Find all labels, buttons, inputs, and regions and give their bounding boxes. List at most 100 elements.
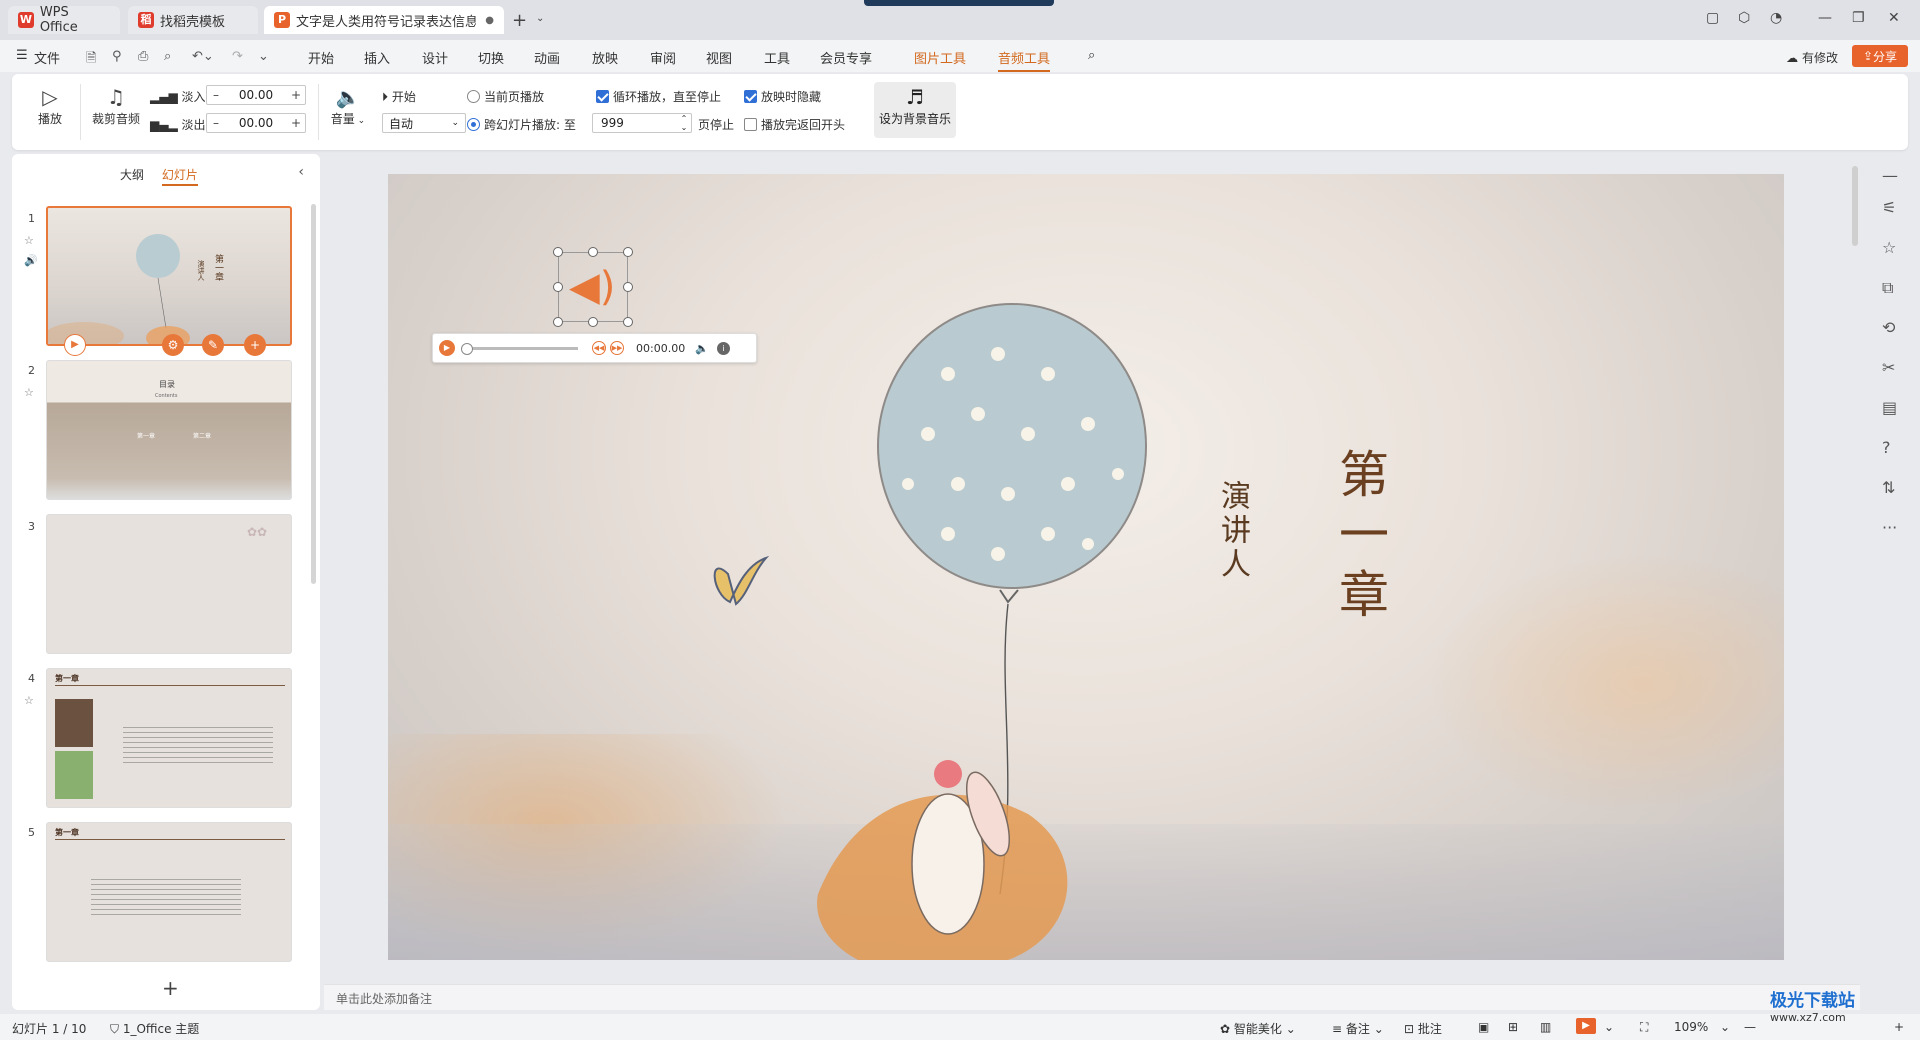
fade-in-stepper[interactable]: – 00.00 + [206, 85, 306, 105]
properties-icon[interactable]: ⚟ [1882, 198, 1896, 217]
menu-design[interactable]: 设计 [422, 48, 448, 67]
zoom-out-icon[interactable]: — [1744, 1020, 1756, 1034]
audio-progress-slider[interactable] [461, 342, 578, 355]
tab-wps-office[interactable]: W WPS Office [8, 5, 120, 35]
menu-animation[interactable]: 动画 [534, 48, 560, 67]
cross-slide-play-option[interactable]: 跨幻灯片播放: 至 [467, 116, 576, 133]
restore-icon[interactable]: ❐ [1852, 10, 1865, 26]
close-window-icon[interactable]: ✕ [1888, 10, 1900, 26]
menu-file[interactable]: 文件 [34, 48, 60, 67]
audio-volume-icon[interactable]: 🔈 [695, 342, 709, 355]
fit-window-icon[interactable]: ⛶ [1640, 1020, 1648, 1035]
redo-icon[interactable]: ↷ [232, 49, 243, 64]
help-icon[interactable]: ? [1882, 438, 1891, 457]
tab-document[interactable]: P 文字是人类用符号记录表达信息以... ● [264, 6, 504, 34]
loop-play-option[interactable]: 循环播放，直至停止 [596, 88, 721, 105]
share-pane-icon[interactable]: ⇅ [1882, 478, 1895, 497]
print-preview-icon[interactable]: ⌕ [164, 49, 171, 64]
slide-thumbnail-4[interactable]: 第一章 [46, 668, 292, 808]
new-tab-icon[interactable]: + [512, 10, 527, 31]
resize-handle[interactable] [623, 247, 633, 257]
print-icon[interactable]: ⎙ [138, 49, 148, 64]
fade-out-value[interactable]: 00.00 [225, 116, 287, 130]
volume-button[interactable]: 🔈 音量 ⌄ [328, 84, 368, 127]
minimize-icon[interactable]: — [1818, 10, 1832, 26]
tab-list-chevron-icon[interactable]: ⌄ [536, 13, 544, 24]
slide-thumbnail-3[interactable]: ✿✿ [46, 514, 292, 654]
collapse-pane-icon[interactable]: — [1882, 166, 1898, 185]
grid-view-icon[interactable]: ⊞ [1508, 1020, 1518, 1034]
more-options-icon[interactable]: ··· [1882, 518, 1897, 537]
resize-handle[interactable] [553, 282, 563, 292]
more-quick-access-chevron-icon[interactable]: ⌄ [258, 49, 269, 64]
resize-handle[interactable] [588, 247, 598, 257]
tab-close-icon[interactable]: ● [485, 15, 494, 26]
resize-handle[interactable] [623, 317, 633, 327]
slide-canvas[interactable]: 演讲人 第一章 ◀) [388, 174, 1784, 960]
slideshow-chevron-icon[interactable]: ⌄ [1604, 1020, 1614, 1034]
resize-handle[interactable] [553, 317, 563, 327]
fade-in-increase[interactable]: + [287, 88, 305, 102]
zoom-chevron-icon[interactable]: ⌄ [1720, 1020, 1730, 1034]
start-mode-select[interactable]: 自动 ⌄ [382, 113, 466, 133]
menu-tools[interactable]: 工具 [764, 48, 790, 67]
cross-slide-radio[interactable] [467, 118, 480, 131]
menu-review[interactable]: 审阅 [650, 48, 676, 67]
comments-toggle[interactable]: ⊡ 批注 [1404, 1020, 1442, 1037]
search-icon[interactable]: ⌕ [1088, 48, 1095, 63]
avatar[interactable]: ◔ [1770, 10, 1782, 26]
design-icon[interactable]: ⧉ [1882, 278, 1893, 298]
slide-thumbnail-5[interactable]: 第一章 [46, 822, 292, 962]
fade-in-decrease[interactable]: – [207, 88, 225, 102]
smart-beautify-button[interactable]: ✿ 智能美化 ⌄ [1220, 1020, 1296, 1037]
fade-in-value[interactable]: 00.00 [225, 88, 287, 102]
audio-object[interactable]: ◀) [553, 247, 633, 327]
undo-icon[interactable]: ↶⌄ [192, 49, 214, 64]
slideshow-play-button[interactable]: ▶ [1576, 1018, 1596, 1034]
animation-icon[interactable]: ⟲ [1882, 318, 1895, 337]
slide-thumbnail-2[interactable]: 目录 Contents 第一章 第二章 [46, 360, 292, 500]
zoom-level[interactable]: 109% [1674, 1020, 1708, 1034]
fade-out-decrease[interactable]: – [207, 116, 225, 130]
theme-status[interactable]: ⛉ 1_Office 主题 [110, 1020, 199, 1037]
notes-area[interactable]: 单击此处添加备注 [324, 984, 1860, 1010]
favorites-icon[interactable]: ☆ [1882, 238, 1896, 257]
rewind-after-play-option[interactable]: 播放完返回开头 [744, 116, 845, 133]
menu-transition[interactable]: 切换 [478, 48, 504, 67]
menu-picture-tools[interactable]: 图片工具 [914, 48, 966, 67]
tab-template[interactable]: 稻 找稻壳模板 [128, 6, 258, 34]
trim-audio-button[interactable]: ♫ 裁剪音频 [88, 84, 144, 127]
set-background-music-button[interactable]: ♬ 设为背景音乐 [874, 82, 956, 138]
share-button[interactable]: ⇪ 分享 [1852, 45, 1908, 67]
resize-handle[interactable] [553, 247, 563, 257]
canvas-scrollbar[interactable] [1852, 166, 1858, 246]
stepper-arrows-icon[interactable]: ⌃ ⌄ [677, 114, 691, 132]
reading-view-icon[interactable]: ▥ [1540, 1020, 1551, 1034]
save-icon[interactable]: 🗎 [86, 49, 96, 71]
reading-icon[interactable]: ▤ [1882, 398, 1897, 417]
add-slide-icon[interactable]: + [162, 976, 179, 1000]
notes-toggle[interactable]: ≡ 备注 ⌄ [1332, 1020, 1384, 1037]
hide-during-show-checkbox[interactable] [744, 90, 757, 103]
normal-view-icon[interactable]: ▣ [1478, 1020, 1489, 1034]
hamburger-icon[interactable]: ☰ [16, 48, 28, 63]
find-icon[interactable]: ⚲ [112, 49, 122, 64]
current-page-play-option[interactable]: 当前页播放 [467, 88, 544, 105]
tools-icon[interactable]: ✂ [1882, 358, 1895, 377]
audio-play-button[interactable]: ▶ [439, 340, 455, 356]
hide-during-show-option[interactable]: 放映时隐藏 [744, 88, 821, 105]
slide-title-text[interactable]: 第一章 [1324, 448, 1396, 628]
audio-forward-button[interactable]: ▶▶ [610, 341, 624, 355]
menu-slideshow[interactable]: 放映 [592, 48, 618, 67]
modified-status[interactable]: ☁ 有修改 [1786, 49, 1838, 66]
menu-home[interactable]: 开始 [308, 48, 334, 67]
resize-handle[interactable] [588, 317, 598, 327]
menu-insert[interactable]: 插入 [364, 48, 390, 67]
menu-member[interactable]: 会员专享 [820, 48, 872, 67]
rewind-after-play-checkbox[interactable] [744, 118, 757, 131]
cube-icon[interactable]: ⬡ [1738, 10, 1750, 26]
loop-play-checkbox[interactable] [596, 90, 609, 103]
audio-info-icon[interactable]: i [716, 341, 730, 355]
cross-slide-page-stepper[interactable]: 999 ⌃ ⌄ [592, 113, 692, 133]
current-page-radio[interactable] [467, 90, 480, 103]
